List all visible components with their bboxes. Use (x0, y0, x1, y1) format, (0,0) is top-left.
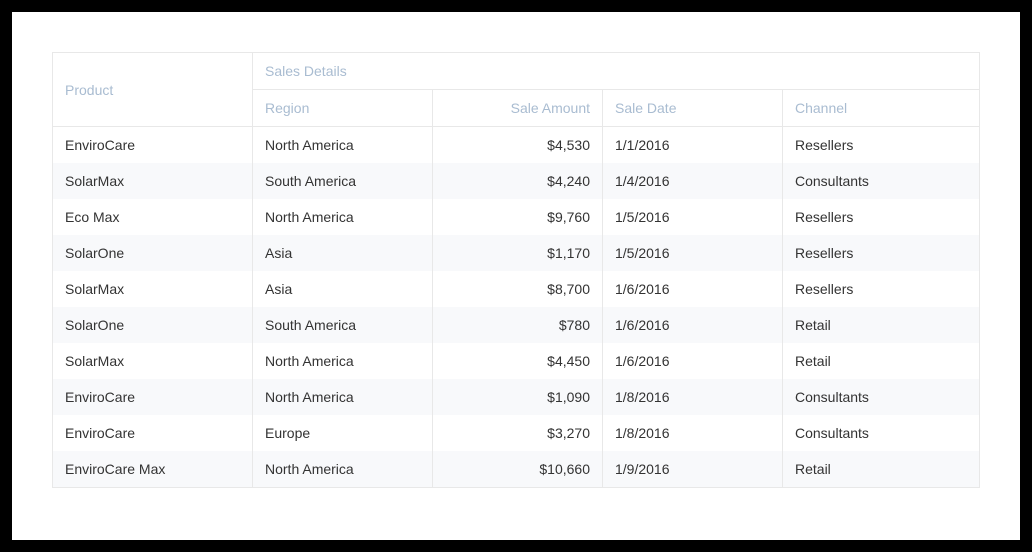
cell-date: 1/5/2016 (603, 235, 783, 271)
cell-region: Asia (253, 235, 433, 271)
cell-product: Eco Max (53, 199, 253, 235)
table-row[interactable]: SolarMax North America $4,450 1/6/2016 R… (53, 343, 980, 379)
cell-date: 1/8/2016 (603, 379, 783, 415)
table-row[interactable]: EnviroCare Max North America $10,660 1/9… (53, 451, 980, 488)
cell-region: North America (253, 451, 433, 488)
cell-channel: Consultants (783, 163, 980, 199)
cell-date: 1/6/2016 (603, 271, 783, 307)
table-row[interactable]: SolarMax South America $4,240 1/4/2016 C… (53, 163, 980, 199)
cell-amount: $10,660 (433, 451, 603, 488)
cell-region: South America (253, 307, 433, 343)
header-product[interactable]: Product (53, 53, 253, 127)
cell-channel: Consultants (783, 415, 980, 451)
cell-date: 1/4/2016 (603, 163, 783, 199)
cell-region: North America (253, 343, 433, 379)
cell-product: EnviroCare (53, 415, 253, 451)
cell-channel: Retail (783, 451, 980, 488)
cell-product: EnviroCare (53, 127, 253, 164)
cell-product: SolarMax (53, 271, 253, 307)
cell-date: 1/6/2016 (603, 343, 783, 379)
cell-date: 1/1/2016 (603, 127, 783, 164)
cell-region: Europe (253, 415, 433, 451)
cell-product: EnviroCare (53, 379, 253, 415)
cell-amount: $4,450 (433, 343, 603, 379)
table-row[interactable]: SolarOne South America $780 1/6/2016 Ret… (53, 307, 980, 343)
cell-channel: Resellers (783, 235, 980, 271)
cell-region: North America (253, 199, 433, 235)
header-channel[interactable]: Channel (783, 90, 980, 127)
cell-region: North America (253, 379, 433, 415)
cell-channel: Resellers (783, 127, 980, 164)
cell-region: South America (253, 163, 433, 199)
table-row[interactable]: SolarOne Asia $1,170 1/5/2016 Resellers (53, 235, 980, 271)
cell-channel: Resellers (783, 271, 980, 307)
table-row[interactable]: EnviroCare North America $1,090 1/8/2016… (53, 379, 980, 415)
cell-product: SolarOne (53, 307, 253, 343)
table-row[interactable]: SolarMax Asia $8,700 1/6/2016 Resellers (53, 271, 980, 307)
cell-date: 1/8/2016 (603, 415, 783, 451)
cell-product: EnviroCare Max (53, 451, 253, 488)
header-sales-details[interactable]: Sales Details (253, 53, 980, 90)
cell-region: Asia (253, 271, 433, 307)
cell-product: SolarOne (53, 235, 253, 271)
cell-date: 1/5/2016 (603, 199, 783, 235)
cell-channel: Retail (783, 307, 980, 343)
cell-amount: $3,270 (433, 415, 603, 451)
cell-date: 1/9/2016 (603, 451, 783, 488)
cell-region: North America (253, 127, 433, 164)
table-row[interactable]: EnviroCare Europe $3,270 1/8/2016 Consul… (53, 415, 980, 451)
table-row[interactable]: EnviroCare North America $4,530 1/1/2016… (53, 127, 980, 164)
cell-amount: $780 (433, 307, 603, 343)
header-sale-date[interactable]: Sale Date (603, 90, 783, 127)
cell-channel: Consultants (783, 379, 980, 415)
cell-amount: $4,240 (433, 163, 603, 199)
table-row[interactable]: Eco Max North America $9,760 1/5/2016 Re… (53, 199, 980, 235)
cell-amount: $1,090 (433, 379, 603, 415)
cell-channel: Resellers (783, 199, 980, 235)
cell-amount: $8,700 (433, 271, 603, 307)
cell-amount: $9,760 (433, 199, 603, 235)
cell-amount: $1,170 (433, 235, 603, 271)
cell-amount: $4,530 (433, 127, 603, 164)
table-body: EnviroCare North America $4,530 1/1/2016… (53, 127, 980, 488)
cell-product: SolarMax (53, 343, 253, 379)
cell-product: SolarMax (53, 163, 253, 199)
header-sale-amount[interactable]: Sale Amount (433, 90, 603, 127)
page-container: Product Sales Details Region Sale Amount… (12, 12, 1020, 540)
cell-date: 1/6/2016 (603, 307, 783, 343)
cell-channel: Retail (783, 343, 980, 379)
header-region[interactable]: Region (253, 90, 433, 127)
sales-table: Product Sales Details Region Sale Amount… (52, 52, 980, 488)
